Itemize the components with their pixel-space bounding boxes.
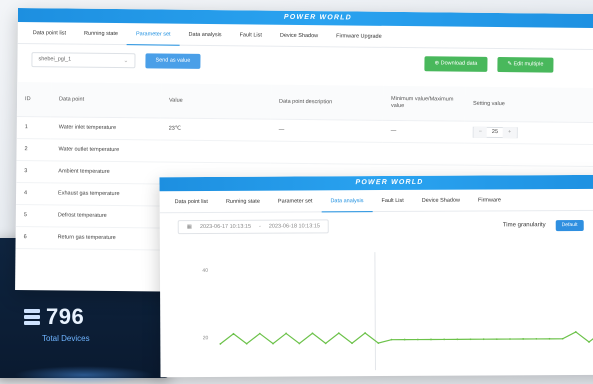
data-point <box>298 342 301 345</box>
server-icon <box>24 309 40 325</box>
data-point <box>245 342 248 345</box>
col-value: Value <box>160 83 272 119</box>
granularity-default-button[interactable]: Default <box>555 219 584 231</box>
increment-button[interactable]: + <box>503 126 517 138</box>
y-tick-label: 20 <box>203 335 209 341</box>
data-point <box>416 338 419 341</box>
chevron-down-icon: ⌄ <box>123 57 129 64</box>
decrement-button[interactable]: − <box>473 126 488 138</box>
date-end: 2023-06-18 10:13:15 <box>268 223 320 230</box>
cell-setting: − 25 + <box>464 120 593 145</box>
cell-id: 3 <box>16 159 51 183</box>
data-point <box>311 332 314 335</box>
tab-firmware-upgrade[interactable]: Firmware Upgrade <box>327 25 391 48</box>
total-devices-label: Total Devices <box>42 334 90 343</box>
data-point <box>535 337 538 340</box>
data-point <box>561 337 564 340</box>
tab-data-analysis[interactable]: Data analysis <box>179 23 230 46</box>
date-start: 2023-06-17 10:13:15 <box>199 223 252 230</box>
cell-point: Ambient temperature <box>50 160 161 184</box>
data-point <box>548 337 551 340</box>
col-id: ID <box>16 81 52 117</box>
toolbar: shebei_pgl_1 ⌄ Send as value ⊕ Download … <box>17 44 593 80</box>
download-button[interactable]: ⊕ Download data <box>424 55 488 72</box>
data-point <box>219 343 222 345</box>
line-chart-svg: 40 20 <box>202 252 593 371</box>
data-point <box>456 338 459 341</box>
data-point <box>351 342 353 345</box>
tab-parameter-set[interactable]: Parameter set <box>126 22 180 46</box>
data-point <box>258 332 261 335</box>
device-select[interactable]: shebei_pgl_1 ⌄ <box>31 51 136 68</box>
data-point <box>272 342 274 345</box>
cell-range: — <box>382 119 465 143</box>
analysis-toolbar: ▦ 2023-06-17 10:13:15 - 2023-06-18 10:13… <box>160 211 593 241</box>
tab-firmware[interactable]: Firmware <box>469 189 510 211</box>
tab-parameter-set[interactable]: Parameter set <box>269 190 322 212</box>
tab-running-state[interactable]: Running state <box>217 190 269 212</box>
cell-value: 23℃ <box>160 117 271 141</box>
data-point <box>377 342 380 344</box>
total-devices-value: 796 <box>46 304 85 329</box>
data-point <box>495 338 498 340</box>
data-analysis-window: POWER WORLD Data point list Running stat… <box>159 174 593 378</box>
stepper-value: 25 <box>491 128 499 135</box>
data-point <box>522 338 525 340</box>
data-point <box>469 338 472 341</box>
data-point <box>390 338 393 341</box>
tab-fault-list[interactable]: Fault List <box>372 189 412 211</box>
tab-device-shadow[interactable]: Device Shadow <box>413 189 469 211</box>
send-button[interactable]: Send as value <box>145 52 201 69</box>
cell-id: 2 <box>16 137 51 161</box>
y-tick-label: 40 <box>202 268 208 274</box>
chart-marker-line <box>374 252 376 371</box>
tab-running-state[interactable]: Running state <box>75 22 127 45</box>
edit-multiple-button[interactable]: ✎ Edit multiple <box>497 56 554 73</box>
data-point <box>324 342 327 345</box>
data-point <box>337 332 340 335</box>
cell-point: Return gas temperature <box>49 226 160 250</box>
data-point <box>403 338 406 341</box>
tab-data-analysis[interactable]: Data analysis <box>321 189 373 212</box>
data-point <box>430 338 432 341</box>
data-point <box>574 331 577 333</box>
data-point <box>364 332 367 334</box>
series-line <box>219 331 593 345</box>
cell-id: 1 <box>16 115 51 139</box>
total-devices-stat: 796 <box>24 304 84 330</box>
col-data-point: Data point <box>50 82 162 118</box>
tab-data-point-list[interactable]: Data point list <box>166 190 217 212</box>
cell-id: 5 <box>15 203 50 227</box>
tab-device-shadow[interactable]: Device Shadow <box>271 24 327 47</box>
cell-point: Defrost temperature <box>49 204 160 228</box>
glow-decoration <box>14 366 154 384</box>
setting-stepper[interactable]: − 25 + <box>472 126 518 138</box>
date-separator: - <box>259 223 261 230</box>
cell-point: Water inlet temperature <box>50 116 161 140</box>
data-point <box>285 332 288 335</box>
line-chart: 40 20 <box>160 239 593 377</box>
cell-desc: — <box>270 118 383 142</box>
data-point <box>443 338 446 341</box>
col-description: Data point description <box>270 84 384 120</box>
cell-id: 6 <box>15 225 50 249</box>
col-setting-value: Setting value <box>464 86 593 123</box>
cell-point: Exhaust gas temperature <box>49 182 161 206</box>
cell-id: 4 <box>15 181 51 205</box>
device-select-value: shebei_pgl_1 <box>38 56 72 63</box>
tab-data-point-list[interactable]: Data point list <box>24 22 76 45</box>
download-button-label: Download data <box>440 59 478 67</box>
edit-multiple-button-label: Edit multiple <box>513 60 544 68</box>
date-range-picker[interactable]: ▦ 2023-06-17 10:13:15 - 2023-06-18 10:13… <box>177 219 329 235</box>
data-point <box>509 338 511 340</box>
data-point <box>232 332 235 335</box>
tab-bar: Data point list Running state Parameter … <box>159 188 593 214</box>
cell-point: Water outlet temperature <box>50 138 161 162</box>
data-point <box>588 341 590 343</box>
col-range: Minimum value/Maximum value <box>382 85 466 121</box>
granularity-label: Time granularity <box>502 222 546 229</box>
tab-fault-list[interactable]: Fault List <box>230 24 271 46</box>
calendar-icon: ▦ <box>186 224 192 231</box>
data-point <box>482 338 485 341</box>
